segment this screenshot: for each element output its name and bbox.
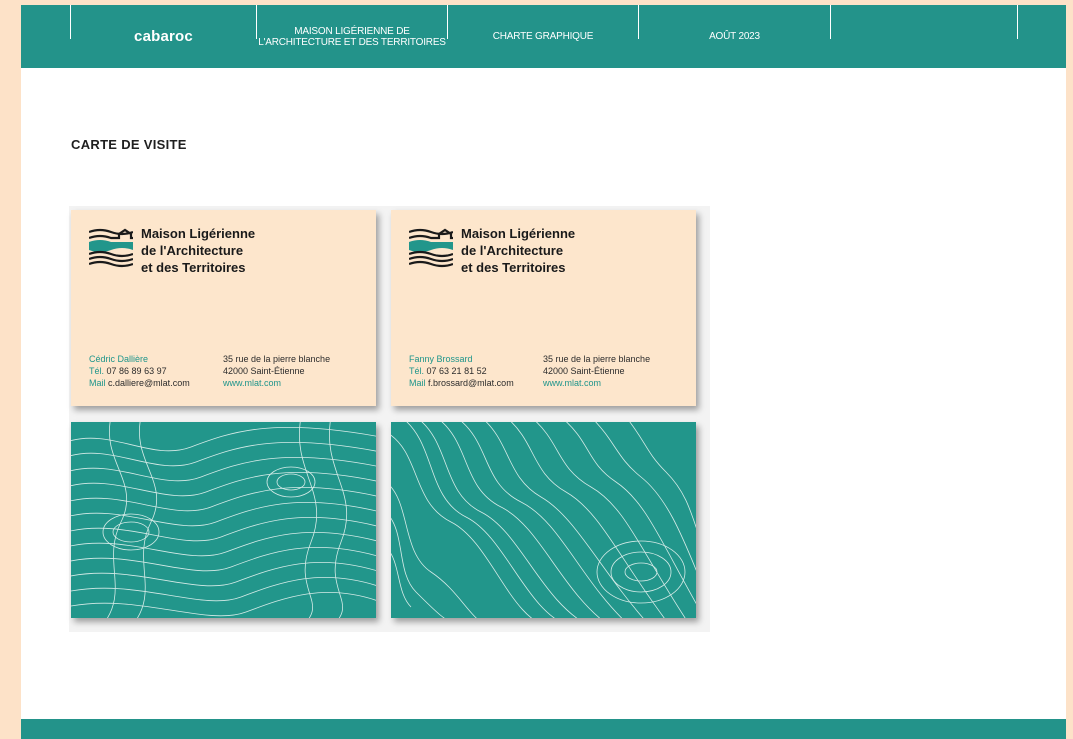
logo-line: Maison Ligérienne (461, 226, 576, 241)
header-doc-title: CHARTE GRAPHIQUE (492, 31, 594, 42)
header-org-line: L'ARCHITECTURE ET DES TERRITOIRES (258, 36, 446, 48)
mail-value: f.brossard@mlat.com (428, 378, 514, 388)
header-date-cell: AOÛT 2023 (639, 5, 830, 68)
header-divider (830, 5, 831, 39)
website: www.mlat.com (543, 378, 602, 388)
mail-value: c.dalliere@mlat.com (108, 378, 190, 388)
logo-line: et des Territoires (141, 260, 246, 275)
contact-info: Fanny Brossard Tél. 07 63 21 81 52 Mail … (409, 353, 514, 389)
brand-name: cabaroc (134, 28, 193, 45)
business-card-sheet: Maison Ligérienne de l'Architecture et d… (69, 206, 710, 632)
header-bar: cabaroc MAISON LIGÉRIENNE DE L'ARCHITECT… (21, 5, 1066, 68)
contact-phone: Tél. 07 63 21 81 52 (409, 365, 514, 377)
logo-line: de l'Architecture (141, 243, 244, 258)
topographic-pattern (71, 422, 376, 618)
contact-name: Cédric Dallière (89, 354, 149, 364)
header-org-name: MAISON LIGÉRIENNE DE L'ARCHITECTURE ET D… (258, 26, 446, 48)
header-date: AOÛT 2023 (709, 31, 760, 42)
contact-mail: Mail c.dalliere@mlat.com (89, 377, 190, 389)
footer-bar (21, 719, 1066, 739)
logo-text: Maison Ligérienne de l'Architecture et d… (461, 225, 575, 276)
mail-label: Mail (409, 378, 426, 388)
address-line: 35 rue de la pierre blanche (223, 354, 331, 364)
contact-phone: Tél. 07 86 89 63 97 (89, 365, 190, 377)
contact-mail: Mail f.brossard@mlat.com (409, 377, 514, 389)
address-line: 35 rue de la pierre blanche (543, 354, 651, 364)
contact-info: Cédric Dallière Tél. 07 86 89 63 97 Mail… (89, 353, 190, 389)
logo-text: Maison Ligérienne de l'Architecture et d… (141, 225, 255, 276)
header-divider (1017, 5, 1018, 39)
page: cabaroc MAISON LIGÉRIENNE DE L'ARCHITECT… (21, 5, 1066, 739)
phone-label: Tél. (409, 366, 425, 376)
contact-name: Fanny Brossard (409, 354, 473, 364)
header-org-cell: MAISON LIGÉRIENNE DE L'ARCHITECTURE ET D… (257, 5, 447, 68)
business-card-back (71, 422, 376, 618)
topographic-pattern (391, 422, 696, 618)
address-city: 42000 Saint-Étienne (543, 366, 625, 376)
phone-label: Tél. (89, 366, 105, 376)
logo-line: Maison Ligérienne (141, 226, 256, 241)
logo-line: de l'Architecture (461, 243, 564, 258)
address-info: 35 rue de la pierre blanche 42000 Saint-… (543, 353, 650, 389)
waves-house-logo-icon (409, 228, 453, 268)
business-card-back (391, 422, 696, 618)
phone-value: 07 63 21 81 52 (426, 366, 487, 376)
business-card-front: Maison Ligérienne de l'Architecture et d… (71, 210, 376, 406)
logo-line: et des Territoires (461, 260, 566, 275)
logo: Maison Ligérienne de l'Architecture et d… (409, 225, 679, 285)
header-doc-cell: CHARTE GRAPHIQUE (448, 5, 638, 68)
address-info: 35 rue de la pierre blanche 42000 Saint-… (223, 353, 330, 389)
mail-label: Mail (89, 378, 106, 388)
address-city: 42000 Saint-Étienne (223, 366, 305, 376)
header-brand-cell: cabaroc (71, 5, 256, 68)
header-org-line: MAISON LIGÉRIENNE DE (294, 25, 410, 37)
phone-value: 07 86 89 63 97 (106, 366, 167, 376)
website: www.mlat.com (223, 378, 282, 388)
logo: Maison Ligérienne de l'Architecture et d… (89, 225, 359, 285)
waves-house-logo-icon (89, 228, 133, 268)
section-title: CARTE DE VISITE (71, 137, 187, 152)
business-card-front: Maison Ligérienne de l'Architecture et d… (391, 210, 696, 406)
